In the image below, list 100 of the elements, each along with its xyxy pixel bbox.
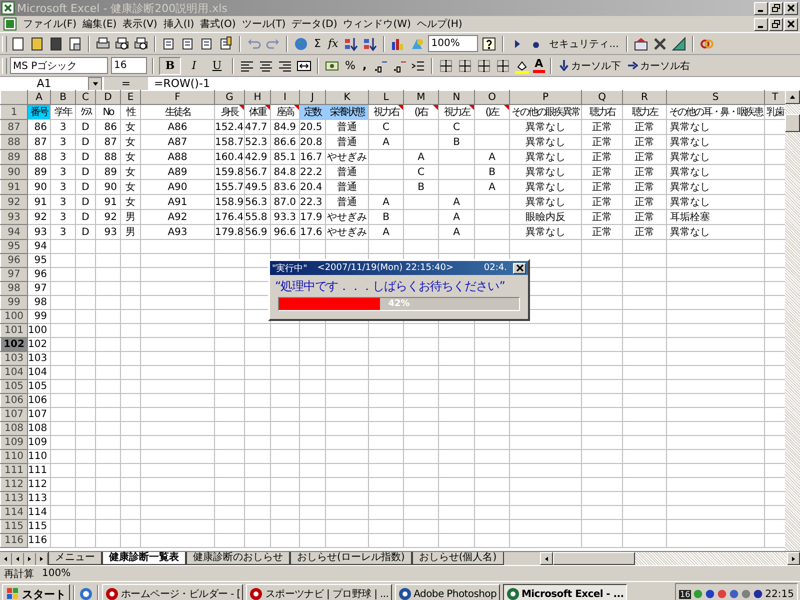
all-borders-icon[interactable] (494, 58, 511, 74)
horizontal-scrollbar[interactable] (540, 552, 800, 565)
cursor-right-button[interactable]: カーソル右 (626, 58, 692, 72)
menu-item[interactable]: 挿入(I) (163, 17, 194, 31)
row-header[interactable]: 116 (0, 534, 28, 548)
globe-icon[interactable] (293, 36, 309, 52)
column-header[interactable]: R (622, 90, 666, 104)
permission-icon[interactable] (67, 36, 83, 52)
column-header[interactable]: Q (582, 90, 622, 104)
new-file-icon[interactable] (10, 36, 26, 52)
sort-descending-icon[interactable] (362, 36, 378, 52)
close-button[interactable] (784, 18, 798, 30)
column-header[interactable]: D (96, 90, 120, 104)
formula-field[interactable]: =ROW()-1 (148, 77, 210, 90)
italic-button[interactable]: I (184, 58, 204, 74)
border-icon[interactable] (438, 58, 454, 74)
row-header[interactable]: 93 (0, 210, 28, 224)
sort-ascending-icon[interactable] (343, 36, 360, 52)
row-header[interactable]: 87 (0, 120, 28, 134)
row-header[interactable]: 102 (0, 338, 28, 352)
format-painter-icon[interactable] (218, 36, 234, 52)
column-header[interactable]: N (438, 90, 474, 104)
font-color-button[interactable]: A (532, 58, 546, 73)
menu-item[interactable]: データ(D) (292, 17, 338, 31)
taskbar-button[interactable]: スポーツナビ | プロ野球 | ... (246, 584, 392, 600)
row-header[interactable]: 103 (0, 352, 28, 366)
column-header[interactable]: F (140, 90, 214, 104)
minimize-button[interactable] (754, 18, 768, 30)
taskbar-button[interactable]: Adobe Photoshop (394, 584, 500, 600)
row-header[interactable]: 1 (0, 104, 28, 120)
column-header[interactable]: K (326, 90, 368, 104)
help-icon[interactable] (481, 36, 498, 52)
menu-item[interactable]: ヘルプ(H) (416, 17, 462, 31)
row-header[interactable]: 91 (0, 180, 28, 194)
column-header[interactable]: L (368, 90, 404, 104)
row-header[interactable]: 90 (0, 164, 28, 180)
inside-border-icon[interactable] (476, 58, 492, 74)
row-header[interactable]: 88 (0, 134, 28, 150)
toolbox-icon[interactable] (632, 36, 649, 52)
menu-item[interactable]: ウィンドウ(W) (343, 17, 411, 31)
row-header[interactable]: 101 (0, 324, 28, 338)
row-header[interactable]: 100 (0, 310, 28, 324)
triangle-ruler-icon[interactable] (670, 36, 687, 52)
taskbar-button[interactable]: Microsoft Excel - ... (502, 584, 627, 600)
row-header[interactable]: 111 (0, 464, 28, 478)
minimize-button[interactable] (754, 2, 768, 14)
row-header[interactable]: 98 (0, 282, 28, 296)
row-header[interactable]: 92 (0, 194, 28, 210)
row-header[interactable]: 110 (0, 450, 28, 464)
tray-icon[interactable] (729, 589, 740, 599)
row-header[interactable]: 96 (0, 254, 28, 268)
browser-icon[interactable] (78, 586, 94, 600)
column-header[interactable]: J (300, 90, 326, 104)
column-header[interactable]: T (764, 90, 785, 104)
scroll-thumb[interactable] (785, 114, 800, 132)
column-header[interactable]: C (76, 90, 96, 104)
comma-button[interactable]: , (360, 59, 369, 72)
menu-item[interactable]: 書式(O) (200, 17, 236, 31)
save-icon[interactable] (48, 36, 64, 52)
column-header[interactable]: E (120, 90, 140, 104)
sheet-tab[interactable]: おしらせ(個人名) (412, 552, 504, 565)
security-button[interactable]: セキュリティ... (547, 36, 621, 50)
column-header[interactable]: S (666, 90, 764, 104)
menu-item[interactable]: 表示(V) (122, 17, 158, 31)
row-header[interactable]: 108 (0, 422, 28, 436)
row-header[interactable]: 113 (0, 492, 28, 506)
open-folder-icon[interactable] (29, 36, 45, 52)
column-header[interactable]: H (244, 90, 270, 104)
tray-icon[interactable] (705, 589, 716, 599)
name-box-dropdown[interactable] (88, 76, 102, 90)
row-header[interactable]: 112 (0, 478, 28, 492)
cursor-down-button[interactable]: カーソル下 (557, 58, 624, 72)
row-header[interactable]: 95 (0, 240, 28, 254)
row-header[interactable]: 89 (0, 150, 28, 164)
start-button[interactable]: スタート (2, 584, 70, 600)
tray-icon[interactable] (753, 589, 764, 599)
menu-item[interactable]: ツール(T) (242, 17, 286, 31)
menu-item[interactable]: 編集(E) (82, 17, 117, 31)
close-button[interactable] (784, 2, 798, 14)
autosum-button[interactable]: Σ (312, 37, 323, 50)
column-header[interactable]: A (28, 90, 50, 104)
sheet-tab[interactable]: おしらせ(ローレル指数) (290, 552, 412, 565)
row-header[interactable]: 106 (0, 394, 28, 408)
row-header[interactable]: 105 (0, 380, 28, 394)
bold-button[interactable]: B (159, 56, 181, 74)
row-header[interactable]: 114 (0, 506, 28, 520)
percent-button[interactable]: % (343, 59, 358, 72)
function-button[interactable]: fx (326, 37, 340, 50)
print-preview-icon[interactable] (114, 36, 130, 52)
row-header[interactable]: 104 (0, 366, 28, 380)
row-header[interactable]: 115 (0, 520, 28, 534)
column-header[interactable]: O (474, 90, 510, 104)
underline-button[interactable]: U (207, 58, 227, 74)
column-header[interactable]: G (214, 90, 244, 104)
sheet-tab[interactable]: メニュー (48, 552, 102, 565)
column-header[interactable]: M (404, 90, 438, 104)
column-header[interactable]: P (510, 90, 582, 104)
column-header[interactable]: I (270, 90, 300, 104)
row-header[interactable]: 107 (0, 408, 28, 422)
column-header[interactable]: B (50, 90, 76, 104)
